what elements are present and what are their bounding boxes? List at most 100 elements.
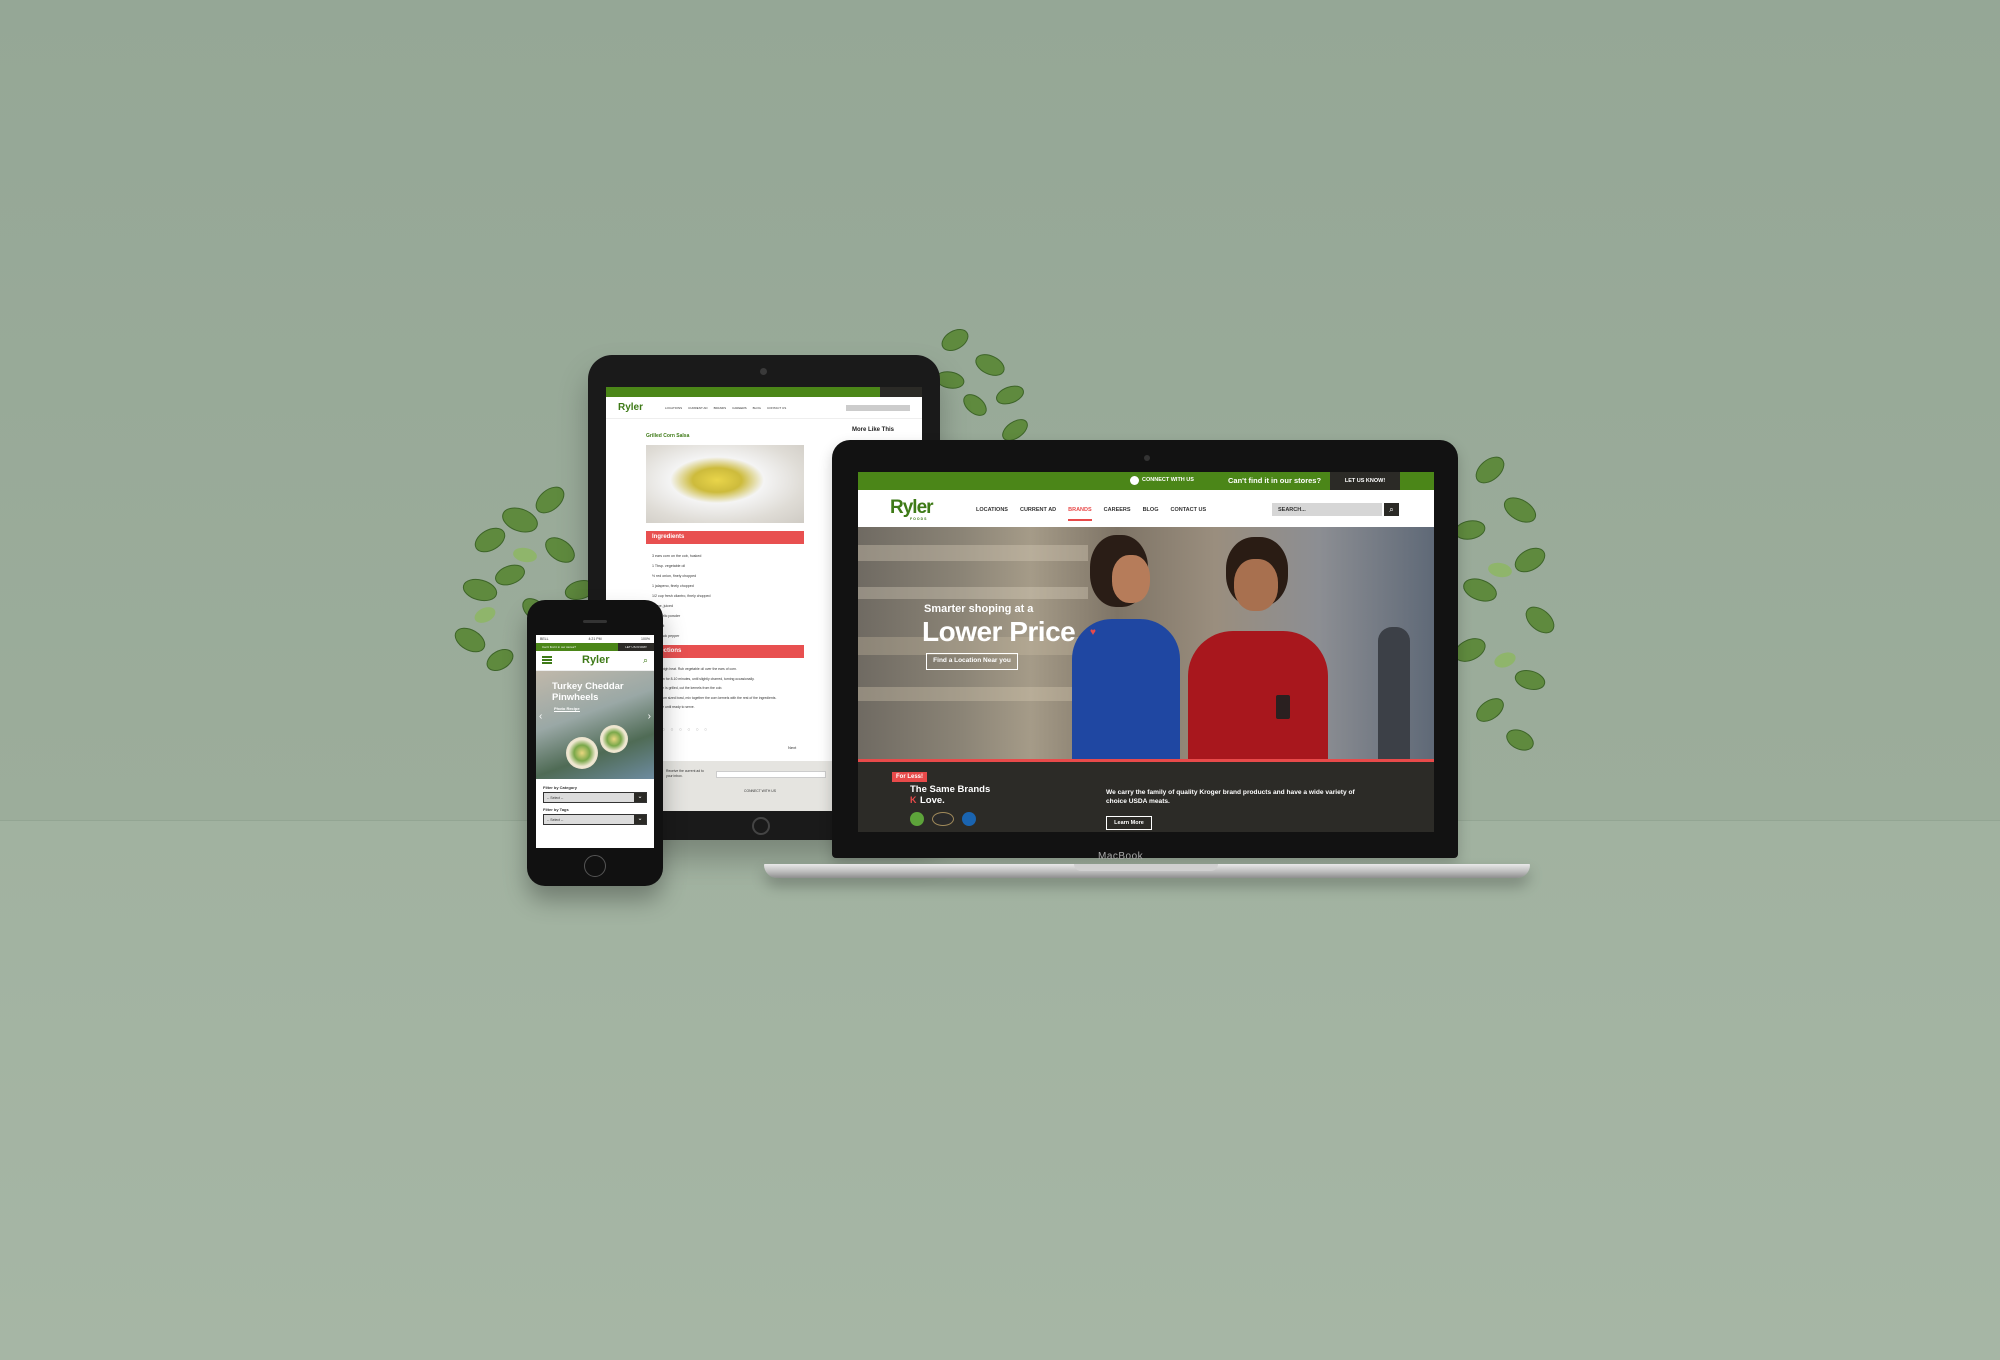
laptop-notch — [1074, 864, 1218, 871]
tablet-home-button — [752, 817, 770, 835]
phone-status-bar: BELL 4:21 PM 100% — [536, 635, 654, 643]
phone-device: BELL 4:21 PM 100% Can't find it in our s… — [527, 600, 663, 886]
carousel-next-icon[interactable]: › — [648, 711, 651, 722]
tablet-nav-item[interactable]: CURRENT AD — [688, 406, 707, 410]
filter-category-select[interactable]: -- Select -- ⌄ — [543, 792, 647, 803]
phone-top-text: Can't find it in our stores? — [542, 645, 576, 649]
phone-hero: Turkey Cheddar Pinwheels Photo Recipe ‹ … — [536, 671, 654, 779]
hero-person-shopper — [1188, 631, 1328, 759]
tablet-let-us-know[interactable] — [880, 387, 922, 397]
cant-find-text: Can't find it in our stores? — [1228, 476, 1322, 485]
facebook-icon[interactable] — [1130, 476, 1139, 485]
hero-shelf — [858, 545, 1088, 561]
brands-band: For Less! The Same Brands Love. K We car… — [858, 762, 1434, 832]
photo-recipe-link[interactable]: Photo Recipe — [554, 706, 580, 712]
phone-battery: 100% — [641, 637, 650, 641]
phone-home-button — [584, 855, 606, 877]
recipe-image — [646, 445, 804, 523]
hero-shelf — [858, 687, 1088, 701]
phone-top-bar: Can't find it in our stores? LET US KNOW… — [536, 643, 654, 651]
chevron-down-icon[interactable]: ⌄ — [634, 793, 646, 802]
newsletter-text: Receive the current ad to your inbox. — [666, 769, 704, 778]
filter-category-label: Filter by Category — [543, 785, 578, 790]
laptop-camera — [1144, 455, 1150, 461]
ingredients-heading: Ingredients — [646, 531, 804, 544]
more-like-this-heading: More Like This — [852, 427, 895, 433]
site-logo-sub: FOODS — [910, 517, 928, 521]
brand-logo-kroger — [962, 812, 976, 826]
phone-hero-title: Turkey Cheddar Pinwheels — [552, 681, 624, 703]
same-brands-line2: Love. — [920, 795, 945, 806]
direction-step: the corn is grilled, cut the kernels fro… — [652, 686, 723, 690]
for-less-tag: For Less! — [892, 772, 928, 782]
recipe-title: Grilled Corn Salsa — [646, 433, 690, 439]
laptop-screen: CONNECT WITH US Can't find it in our sto… — [858, 472, 1434, 832]
carousel-prev-icon[interactable]: ‹ — [539, 711, 542, 722]
hero-phone — [1276, 695, 1290, 719]
hero-shelf — [858, 587, 1088, 599]
same-brands-line1: The Same Brands — [910, 784, 991, 795]
find-location-button[interactable]: Find a Location Near you — [926, 653, 1018, 670]
pagination-dots[interactable]: ○ ○ ○ ○ ○ ○ — [662, 727, 709, 733]
site-logo[interactable]: Ryler — [890, 497, 934, 519]
laptop-brand-label: MacBook — [1098, 851, 1144, 862]
phone-hero-title-line2: Pinwheels — [552, 692, 599, 703]
filter-tags-select[interactable]: -- Select -- ⌄ — [543, 814, 647, 825]
hero-title: Lower Price — [922, 616, 1076, 647]
nav-brands[interactable]: BRANDS — [1068, 507, 1092, 521]
directions-heading: Directions — [646, 645, 804, 658]
direction-step: in fridge until ready to serve. — [652, 705, 695, 709]
tablet-nav-item[interactable]: BRANDS — [714, 406, 727, 410]
next-link[interactable]: Next — [788, 745, 796, 750]
phone-let-us-know[interactable]: LET US KNOW! — [618, 643, 654, 651]
tablet-top-bar — [606, 387, 922, 397]
ingredient-item: ½ red onion, finely chopped — [652, 574, 697, 578]
background-floor — [0, 820, 2000, 1360]
tablet-logo[interactable]: Ryler — [618, 402, 643, 413]
same-brands-heading: The Same Brands Love. — [910, 784, 990, 806]
search-icon[interactable]: ⌕ — [1384, 503, 1399, 516]
nav-current-ad[interactable]: CURRENT AD — [1020, 507, 1056, 521]
hero-person-employee-face — [1112, 555, 1150, 603]
hamburger-menu-icon[interactable] — [542, 656, 552, 664]
phone-screen: BELL 4:21 PM 100% Can't find it in our s… — [536, 635, 654, 848]
phone-logo[interactable]: Ryler — [582, 654, 610, 666]
directions-list: grill to high heat. Rub vegetable oil ov… — [652, 665, 776, 713]
connect-with-us-link[interactable]: CONNECT WITH US — [1142, 477, 1194, 483]
direction-step: grill to high heat. Rub vegetable oil ov… — [652, 667, 738, 671]
tablet-footer-connect[interactable]: CONNECT WITH US — [744, 789, 776, 793]
hero-person-employee — [1072, 619, 1180, 759]
hero-kicker: Smarter shoping at a — [924, 603, 1034, 615]
tablet-nav-item[interactable]: BLOG — [753, 406, 761, 410]
phone-search-icon[interactable]: ⌕ — [643, 655, 648, 666]
nav-locations[interactable]: LOCATIONS — [976, 507, 1008, 521]
nav-contact-us[interactable]: CONTACT US — [1170, 507, 1206, 521]
search-input[interactable]: SEARCH... — [1272, 503, 1382, 516]
pinwheel-image — [566, 737, 598, 769]
ingredient-item: 1 Tbsp. vegetable oil — [652, 564, 686, 568]
ingredient-item: 1 jalapeno, finely chopped — [652, 584, 694, 588]
ingredient-item: 3 ears corn on the cob, husked — [652, 554, 702, 558]
filter-tags-label: Filter by Tags — [543, 807, 569, 812]
chevron-down-icon[interactable]: ⌄ — [634, 815, 646, 824]
learn-more-button[interactable]: Learn More — [1106, 816, 1152, 830]
heart-icon: ♥ — [1090, 627, 1096, 638]
tablet-nav-item[interactable]: CAREERS — [732, 406, 747, 410]
let-us-know-button[interactable]: LET US KNOW! — [1330, 472, 1400, 490]
filter-category-value: -- Select -- — [547, 796, 564, 800]
tablet-nav-item[interactable]: LOCATIONS — [665, 406, 682, 410]
ingredient-item: 1/2 cup fresh cilantro, finely chopped — [652, 594, 711, 598]
tablet-nav-item[interactable]: CONTACT US — [767, 406, 786, 410]
nav-careers[interactable]: CAREERS — [1104, 507, 1131, 521]
kroger-k-icon: K — [910, 795, 917, 805]
tablet-search-input[interactable] — [846, 404, 910, 411]
newsletter-input[interactable] — [716, 771, 826, 778]
brand-logo-simple-truth — [910, 812, 924, 826]
direction-step: a medium sized bowl, mix together the co… — [652, 695, 777, 700]
phone-nav: Ryler ⌕ — [536, 651, 654, 671]
nav-blog[interactable]: BLOG — [1143, 507, 1159, 521]
phone-carrier: BELL — [540, 637, 549, 641]
phone-hero-title-line1: Turkey Cheddar — [552, 681, 624, 692]
hero-person-shopper-face — [1234, 559, 1278, 611]
hero-background-person — [1378, 627, 1410, 759]
